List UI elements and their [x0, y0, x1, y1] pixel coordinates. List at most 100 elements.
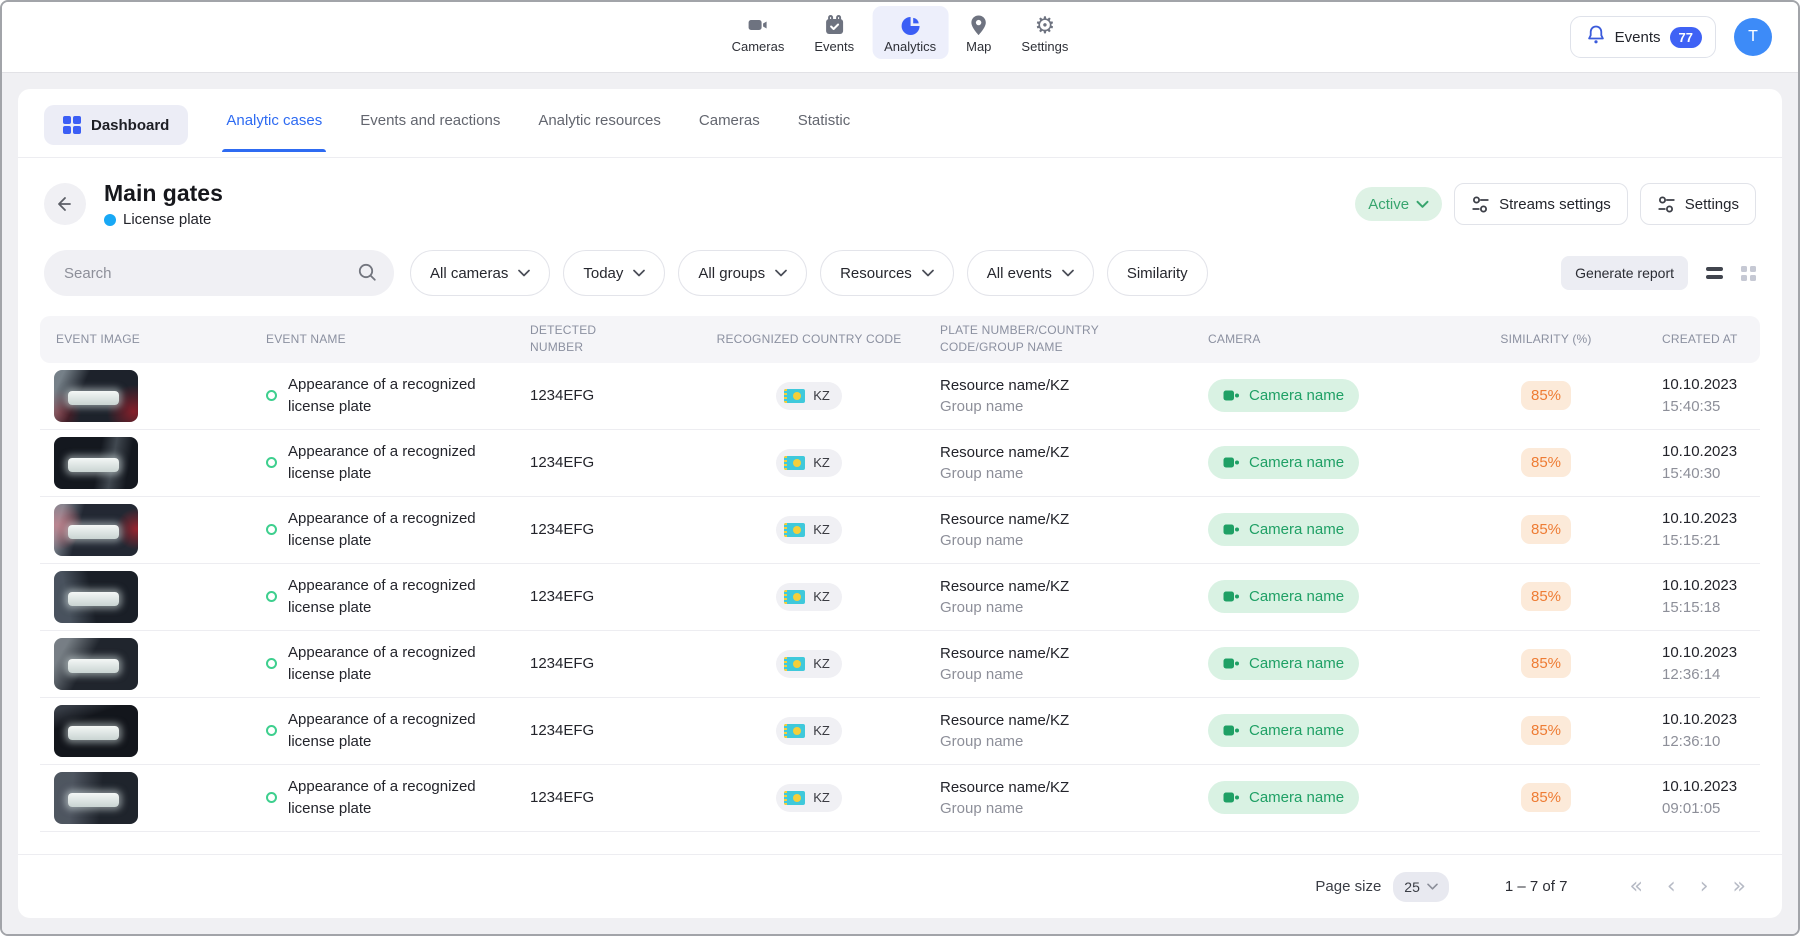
pager-controls: « ‹ › »: [1629, 876, 1746, 898]
event-name: Appearance of a recognized license plate: [288, 642, 484, 686]
camera-badge[interactable]: Camera name: [1208, 580, 1359, 613]
event-status-ring-icon: [266, 524, 277, 535]
search-input[interactable]: [44, 250, 394, 296]
table-body: Appearance of a recognized license plate…: [40, 363, 1760, 832]
table-row[interactable]: Appearance of a recognized license plate…: [40, 631, 1760, 698]
nav-item-cameras[interactable]: Cameras: [720, 6, 797, 59]
camera-badge[interactable]: Camera name: [1208, 513, 1359, 546]
page-range-label: 1 – 7 of 7: [1505, 878, 1568, 895]
similarity-cell: 85%: [1521, 716, 1571, 745]
chevron-down-icon: [518, 269, 530, 277]
event-name: Appearance of a recognized license plate: [288, 441, 484, 485]
event-image[interactable]: [54, 638, 138, 690]
table-row[interactable]: Appearance of a recognized license plate…: [40, 497, 1760, 564]
streams-settings-button[interactable]: Streams settings: [1454, 183, 1628, 225]
generate-report-button[interactable]: Generate report: [1561, 256, 1688, 290]
kz-flag-icon: [784, 791, 805, 805]
tab-events-and-reactions[interactable]: Events and reactions: [360, 112, 500, 151]
chevron-down-icon: [633, 269, 645, 277]
nav-item-analytics[interactable]: Analytics: [872, 6, 948, 59]
next-page-icon[interactable]: ›: [1700, 876, 1709, 898]
event-image[interactable]: [54, 772, 138, 824]
page-size-select[interactable]: 25: [1393, 872, 1449, 902]
event-name: Appearance of a recognized license plate: [288, 776, 484, 820]
event-image[interactable]: [54, 571, 138, 623]
first-page-icon[interactable]: «: [1629, 876, 1642, 898]
camera-badge[interactable]: Camera name: [1208, 446, 1359, 479]
settings-button[interactable]: Settings: [1640, 183, 1756, 225]
table-row[interactable]: Appearance of a recognized license plate…: [40, 765, 1760, 832]
avatar[interactable]: T: [1734, 18, 1772, 56]
country-code-cell: KZ: [776, 449, 842, 477]
camera-badge[interactable]: Camera name: [1208, 647, 1359, 680]
spacer: [18, 832, 1782, 854]
country-code-badge: KZ: [776, 583, 842, 611]
filter-all-groups[interactable]: All groups: [678, 250, 807, 296]
dashboard-button[interactable]: Dashboard: [44, 105, 188, 145]
page-header: Main gates License plate Active Streams …: [18, 158, 1782, 246]
nav-label: Map: [966, 39, 991, 54]
case-type-label: License plate: [123, 211, 211, 228]
plate-group-cell: Resource name/KZ Group name: [940, 643, 1208, 685]
bell-icon: [1586, 24, 1606, 51]
event-image[interactable]: [54, 705, 138, 757]
pie-chart-icon: [898, 13, 922, 37]
event-image[interactable]: [54, 370, 138, 422]
column-header: RECOGNIZED COUNTRY CODE: [717, 331, 902, 348]
filter-resources[interactable]: Resources: [820, 250, 954, 296]
tab-statistic[interactable]: Statistic: [798, 112, 851, 151]
nav-item-map[interactable]: Map: [954, 6, 1003, 59]
filter-similarity[interactable]: Similarity: [1107, 250, 1208, 296]
camera-icon: [1223, 590, 1240, 603]
back-button[interactable]: [44, 183, 86, 225]
page-size-label: Page size: [1315, 878, 1381, 895]
similarity-badge: 85%: [1521, 783, 1571, 812]
tab-analytic-resources[interactable]: Analytic resources: [538, 112, 661, 151]
event-image[interactable]: [54, 437, 138, 489]
nav-label: Settings: [1021, 39, 1068, 54]
top-navigation-bar: Cameras Events Analytics Map: [2, 2, 1798, 72]
event-image-cell: [40, 437, 266, 489]
calendar-check-icon: [822, 13, 846, 37]
table-row[interactable]: Appearance of a recognized license plate…: [40, 363, 1760, 430]
prev-page-icon[interactable]: ‹: [1667, 876, 1676, 898]
country-code: KZ: [813, 455, 830, 470]
event-image[interactable]: [54, 504, 138, 556]
camera-badge[interactable]: Camera name: [1208, 781, 1359, 814]
case-type-dot-icon: [104, 214, 116, 226]
filter-date[interactable]: Today: [563, 250, 665, 296]
country-code-cell: KZ: [776, 516, 842, 544]
filter-all-events[interactable]: All events: [967, 250, 1094, 296]
created-time: 15:40:30: [1662, 463, 1760, 485]
tab-cameras[interactable]: Cameras: [699, 112, 760, 151]
filter-label: Resources: [840, 265, 912, 282]
camera-badge[interactable]: Camera name: [1208, 379, 1359, 412]
detected-number: 1234EFG: [530, 789, 678, 806]
table-row[interactable]: Appearance of a recognized license plate…: [40, 698, 1760, 765]
status-dropdown[interactable]: Active: [1355, 187, 1442, 221]
page-size-value: 25: [1404, 879, 1420, 895]
grid-view-icon[interactable]: [1741, 266, 1756, 281]
group-name: Group name: [940, 597, 1208, 618]
events-table: EVENT IMAGE EVENT NAME DETECTED NUMBER R…: [40, 316, 1760, 832]
kz-flag-icon: [784, 590, 805, 604]
tab-analytic-cases[interactable]: Analytic cases: [226, 112, 322, 151]
events-notifications-button[interactable]: Events 77: [1570, 16, 1716, 58]
app-window: Cameras Events Analytics Map: [0, 0, 1800, 936]
filter-all-cameras[interactable]: All cameras: [410, 250, 550, 296]
plate-group-cell: Resource name/KZ Group name: [940, 442, 1208, 484]
table-row[interactable]: Appearance of a recognized license plate…: [40, 564, 1760, 631]
chevron-down-icon: [1427, 883, 1438, 890]
nav-item-settings[interactable]: ⚙ Settings: [1009, 6, 1080, 59]
nav-item-events[interactable]: Events: [802, 6, 866, 59]
camera-name: Camera name: [1249, 722, 1344, 739]
table-row[interactable]: Appearance of a recognized license plate…: [40, 430, 1760, 497]
country-code-badge: KZ: [776, 784, 842, 812]
camera-icon: [1223, 724, 1240, 737]
camera-cell: Camera name: [1208, 781, 1470, 814]
camera-badge[interactable]: Camera name: [1208, 714, 1359, 747]
back-arrow-icon: [55, 194, 75, 214]
last-page-icon[interactable]: »: [1733, 876, 1746, 898]
similarity-cell: 85%: [1521, 515, 1571, 544]
list-view-icon[interactable]: [1706, 267, 1723, 279]
